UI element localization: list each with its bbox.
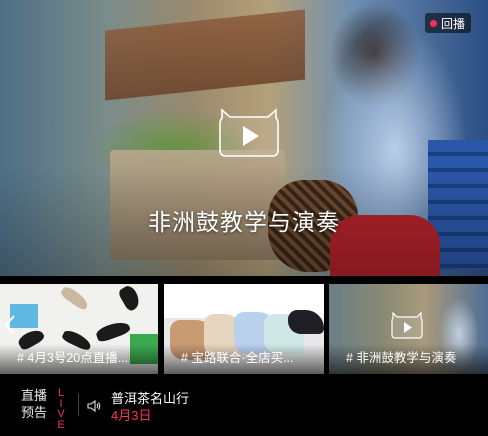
hero-title: 非洲鼓教学与演奏	[148, 209, 340, 235]
thumbnail-card[interactable]: # 宝路联合·全店买...	[164, 284, 324, 374]
replay-badge-label: 回播	[441, 16, 466, 31]
thumbnail-caption: # 非洲鼓教学与演奏	[346, 351, 457, 365]
live-preview-date: 4月3日	[111, 408, 152, 423]
chevron-left-icon[interactable]	[4, 314, 16, 336]
live-tag-letter: E	[57, 418, 65, 431]
thumbnail-caption: # 4月3号20点直播...	[17, 351, 129, 365]
replay-badge: 回播	[425, 13, 472, 33]
play-icon[interactable]	[216, 104, 282, 160]
play-icon[interactable]	[390, 310, 424, 340]
live-preview-label-line2: 预告	[21, 405, 48, 420]
live-preview-bar[interactable]: 直播 预告 LIVE 普洱茶名山行 4月3日	[0, 380, 488, 436]
thumbnail-card[interactable]: # 4月3号20点直播...	[0, 284, 158, 374]
thumbnail-card[interactable]: # 非洲鼓教学与演奏	[329, 284, 488, 374]
replay-dot-icon	[430, 19, 437, 27]
divider	[78, 394, 79, 416]
thumbnail-strip: # 4月3号20点直播... # 宝路联合·全店买... # 非洲鼓教学与演奏	[0, 284, 488, 374]
live-tag-letter: V	[57, 408, 65, 420]
featured-video[interactable]: 回播 非洲鼓教学与演奏	[0, 0, 488, 276]
live-tag-letter: L	[57, 387, 65, 399]
speaker-icon	[87, 399, 101, 413]
thumbnail-caption: # 宝路联合·全店买...	[181, 351, 294, 365]
live-tag: LIVE	[55, 388, 67, 430]
live-preview-label: 直播 预告	[21, 387, 53, 421]
live-preview-label-line1: 直播	[21, 388, 48, 403]
